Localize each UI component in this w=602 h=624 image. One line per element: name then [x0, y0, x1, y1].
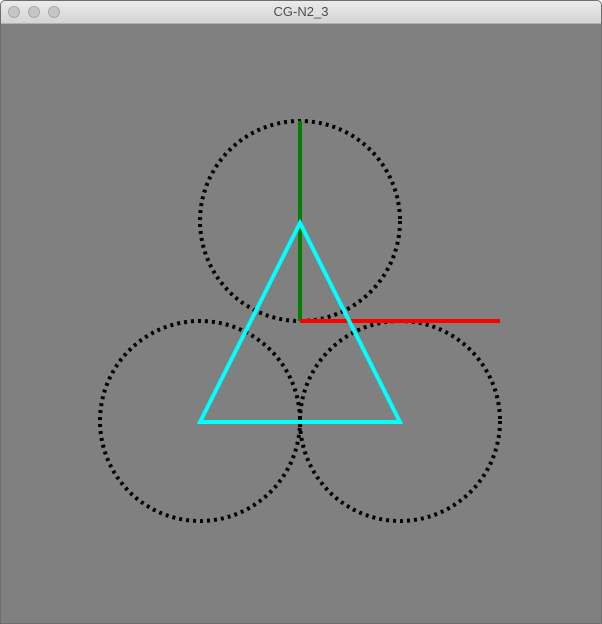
- title-bar[interactable]: CG-N2_3: [1, 1, 601, 24]
- window-title: CG-N2_3: [273, 4, 329, 19]
- app-window: CG-N2_3: [0, 0, 602, 624]
- drawing-canvas: [1, 24, 601, 623]
- drawing-surface: [98, 119, 502, 523]
